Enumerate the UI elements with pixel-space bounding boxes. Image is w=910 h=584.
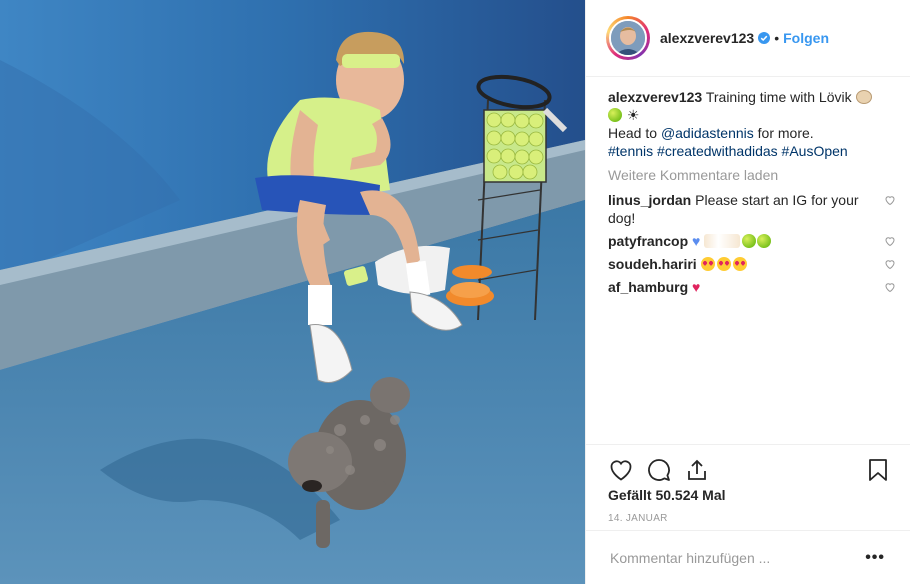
post-sidebar: alexzverev123 • Folgen alexzverev123 Tra…: [585, 0, 910, 584]
share-upload-icon[interactable]: [684, 457, 710, 483]
follow-button[interactable]: Folgen: [783, 30, 829, 46]
more-options-button[interactable]: •••: [865, 549, 885, 567]
tennis-ball-emoji-icon: [757, 234, 772, 248]
post-header: alexzverev123 • Folgen: [586, 0, 910, 77]
clapping-hands-emoji-icon: [704, 234, 741, 248]
comment-username[interactable]: patyfrancop: [608, 233, 688, 249]
comments-list: alexzverev123 Training time with Lövik ☀…: [608, 88, 895, 301]
red-heart-emoji-icon: ♥: [692, 279, 701, 295]
post-caption: alexzverev123 Training time with Lövik ☀…: [608, 88, 890, 160]
save-bookmark-icon[interactable]: [865, 457, 891, 483]
comment-item: patyfrancop ♥: [608, 232, 895, 250]
post-date[interactable]: 14. JANUAR: [608, 513, 668, 524]
comment-like-heart-icon[interactable]: [884, 281, 896, 293]
add-comment-bar: •••: [586, 530, 910, 584]
post-actions: Gefällt 50.524 Mal 14. JANUAR: [586, 444, 910, 524]
caption-text-2: Head to: [608, 125, 658, 141]
heart-eyes-emoji-icon: [716, 257, 731, 271]
avatar[interactable]: [609, 19, 647, 57]
post-photo[interactable]: [0, 0, 585, 584]
avatar-image: [611, 21, 645, 55]
comment-username[interactable]: linus_jordan: [608, 192, 691, 208]
instagram-post: alexzverev123 • Folgen alexzverev123 Tra…: [0, 0, 910, 584]
action-icons: [608, 457, 891, 483]
sun-emoji-icon: ☀: [626, 107, 640, 123]
comment-like-heart-icon[interactable]: [884, 235, 896, 247]
comment-item: soudeh.hariri: [608, 255, 895, 273]
post-photo-illustration: [0, 0, 585, 584]
comment-item: af_hamburg ♥: [608, 278, 895, 296]
dog-emoji-icon: [855, 90, 872, 104]
verified-badge-icon: [758, 32, 771, 44]
comment-username[interactable]: soudeh.hariri: [608, 256, 697, 272]
add-comment-input[interactable]: [608, 549, 852, 567]
comment-bubble-icon[interactable]: [646, 457, 672, 483]
comment-item: linus_jordan Please start an IG for your…: [608, 191, 895, 227]
likes-count[interactable]: Gefällt 50.524 Mal: [608, 487, 726, 503]
heart-eyes-emoji-icon: [732, 257, 747, 271]
header-separator: •: [774, 30, 780, 46]
hashtags-link[interactable]: #tennis #createdwithadidas #AusOpen: [608, 143, 848, 159]
caption-username[interactable]: alexzverev123: [608, 89, 702, 105]
tennis-ball-emoji-icon: [608, 108, 622, 122]
caption-text-1: Training time with Lövik: [705, 89, 852, 105]
mention-link[interactable]: @adidastennis: [661, 125, 754, 141]
tennis-ball-emoji-icon: [742, 234, 757, 248]
comment-username[interactable]: af_hamburg: [608, 279, 688, 295]
load-more-comments-button[interactable]: Weitere Kommentare laden: [608, 166, 890, 184]
like-heart-icon[interactable]: [608, 457, 634, 483]
comment-like-heart-icon[interactable]: [884, 194, 896, 206]
avatar-story-ring[interactable]: [606, 16, 650, 60]
header-username[interactable]: alexzverev123: [660, 30, 754, 46]
blue-heart-emoji-icon: ♥: [692, 233, 701, 249]
heart-eyes-emoji-icon: [700, 257, 715, 271]
caption-text-3: for more.: [757, 125, 814, 141]
comment-like-heart-icon[interactable]: [884, 258, 896, 270]
